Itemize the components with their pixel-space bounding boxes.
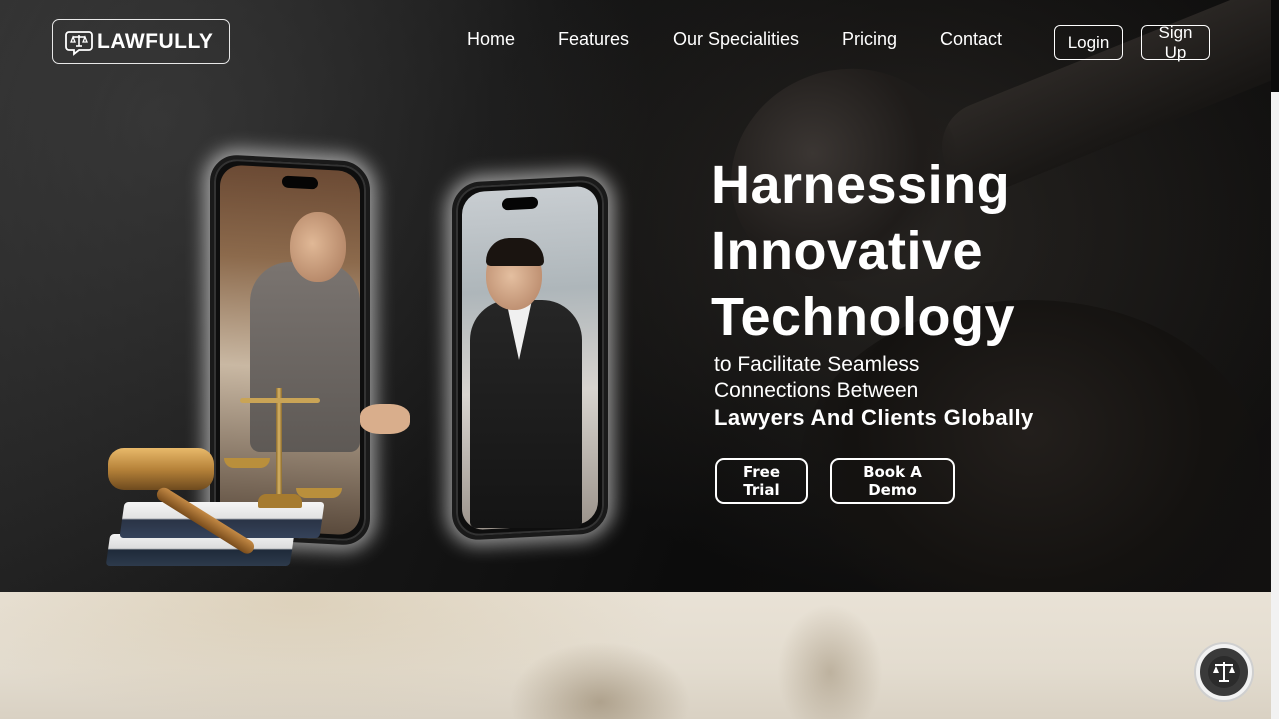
login-button[interactable]: Login <box>1054 25 1123 60</box>
justice-scale-pan-right <box>296 488 342 498</box>
gavel-head-image <box>108 448 214 490</box>
subtitle-line-1: to Facilitate Seamless <box>714 353 920 376</box>
justice-scale-base <box>258 494 302 508</box>
subtitle-emphasis: Lawyers And Clients Globally <box>714 405 1034 430</box>
brand-name: LAWFULLY <box>97 29 214 53</box>
headline-line-2: Innovative <box>711 221 984 281</box>
nav-features[interactable]: Features <box>558 29 629 50</box>
nav-contact[interactable]: Contact <box>940 29 1002 50</box>
nav-pricing[interactable]: Pricing <box>842 29 897 50</box>
hero-headline: Harnessing Innovative Technology <box>711 152 1015 350</box>
signup-button[interactable]: Sign Up <box>1141 23 1210 62</box>
lower-section-background <box>0 592 1271 719</box>
client-figure <box>250 262 360 452</box>
hero-section: Harnessing Innovative Technology to Faci… <box>0 0 1271 592</box>
nav-our-specialities[interactable]: Our Specialities <box>673 29 799 50</box>
brand-logo[interactable]: LAWFULLY <box>52 19 230 64</box>
scales-chat-icon <box>65 30 93 56</box>
chat-widget-button[interactable] <box>1196 644 1252 700</box>
subtitle-line-2: Connections Between <box>714 379 919 402</box>
book-demo-button[interactable]: Book A Demo <box>830 458 955 504</box>
lawyer-figure <box>470 300 582 528</box>
free-trial-button[interactable]: Free Trial <box>715 458 808 504</box>
client-head <box>290 212 346 282</box>
nav-home[interactable]: Home <box>467 29 515 50</box>
justice-scale-pole <box>276 388 282 506</box>
lawyer-hair <box>486 238 544 266</box>
headline-line-3: Technology <box>711 287 1016 347</box>
law-book-bottom <box>105 534 295 566</box>
handshake-image <box>360 404 410 434</box>
headline-line-1: Harnessing <box>711 155 1011 215</box>
justice-scale-pan-left <box>224 458 270 468</box>
scales-icon <box>1208 656 1240 688</box>
scrollbar-track[interactable] <box>1271 92 1279 719</box>
hero-subtitle: to Facilitate Seamless Connections Betwe… <box>714 352 1034 431</box>
justice-scale-beam <box>240 398 320 403</box>
